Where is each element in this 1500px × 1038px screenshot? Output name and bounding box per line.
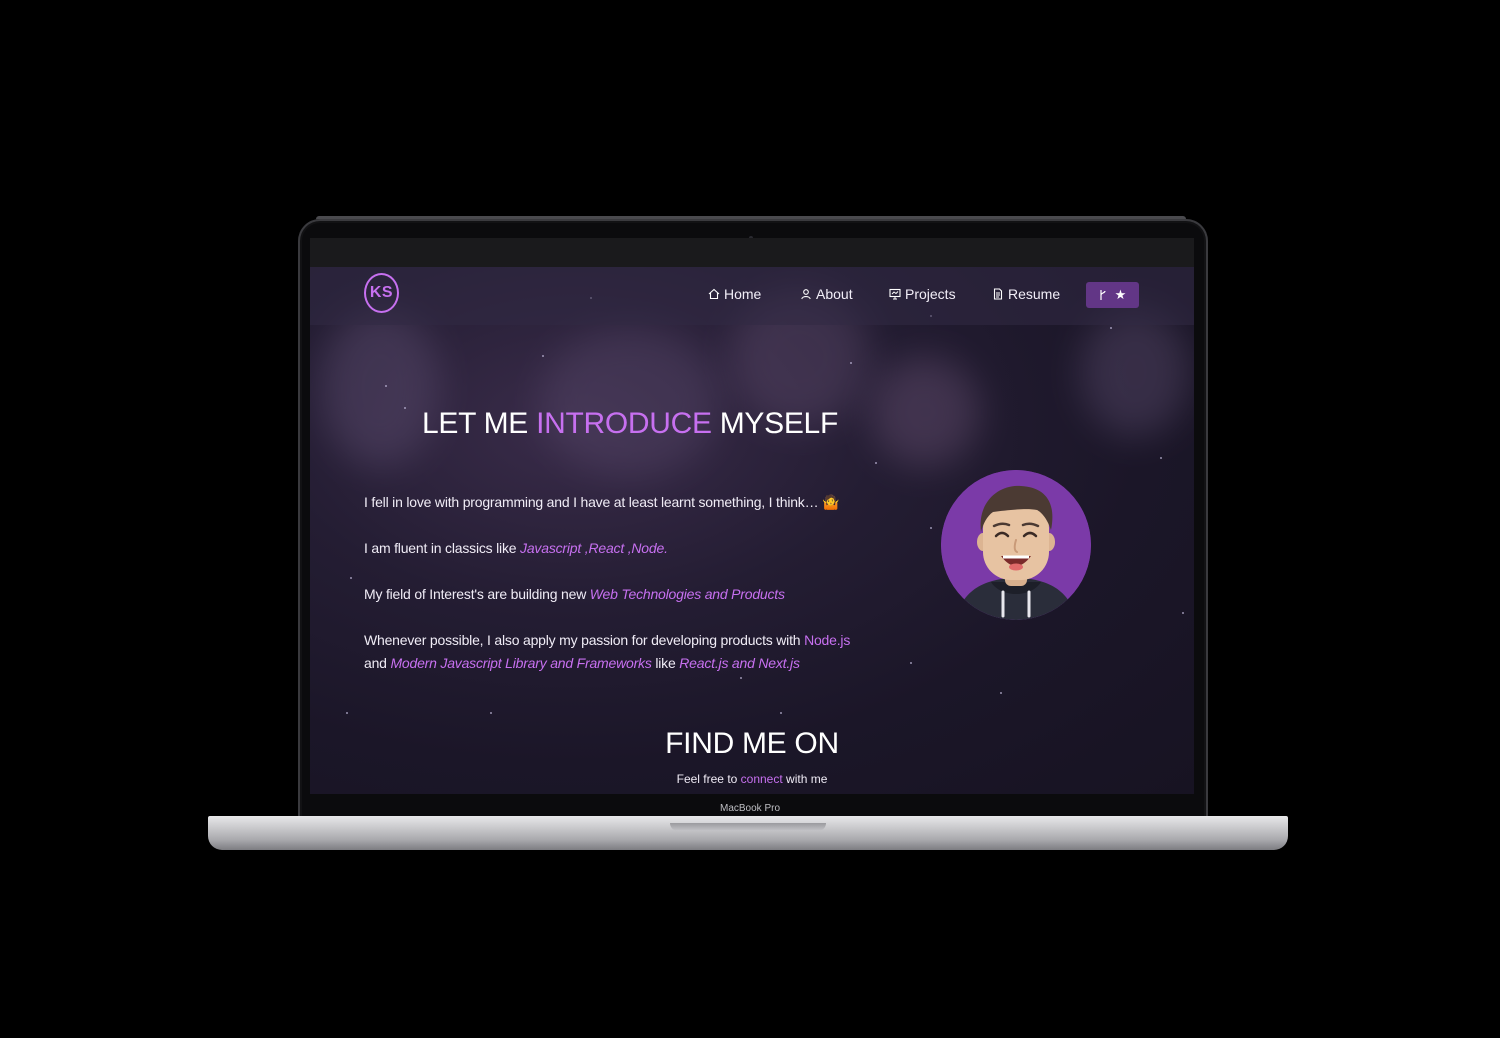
git-fork-icon: [1100, 290, 1106, 300]
p4-highlight3: React.js and Next.js: [679, 655, 800, 671]
p4-text3: like: [651, 655, 680, 671]
p4-text2: and: [364, 655, 391, 671]
star: [850, 362, 852, 364]
star-icon: ★: [1114, 287, 1127, 302]
p2-text: I am fluent in classics like: [364, 540, 521, 556]
p4-highlight2: Modern Javascript Library and Frameworks: [390, 655, 652, 671]
find-me-sub-text2: with me: [782, 772, 828, 786]
p3-text: My field of Interest's are building new: [364, 586, 590, 602]
nav-home[interactable]: Home: [708, 284, 761, 304]
intro-paragraph-4: Whenever possible, I also apply my passi…: [364, 629, 884, 675]
github-fork-button[interactable]: ★: [1086, 282, 1139, 308]
star: [1000, 692, 1002, 694]
nav-home-label: Home: [724, 286, 762, 302]
star: [350, 577, 352, 579]
intro-title: LET ME INTRODUCE MYSELF: [422, 407, 842, 447]
navbar: KS Home About Projects Resume ★: [310, 267, 1194, 325]
find-me-subtitle: Feel free to connect with me: [310, 772, 1194, 786]
intro-paragraph-2: I am fluent in classics like Javascript …: [364, 537, 884, 560]
connect-link[interactable]: connect: [741, 772, 783, 786]
star: [404, 407, 406, 409]
bg-blob: [870, 357, 980, 467]
star: [346, 712, 348, 714]
bg-blob: [1080, 307, 1190, 437]
bg-blob: [540, 327, 720, 477]
intro-title-part1: LET ME: [422, 407, 537, 440]
p2-highlight: Javascript ,React ,Node.: [520, 540, 668, 556]
find-me-sub-text1: Feel free to: [676, 772, 741, 786]
browser-top-bar: [310, 238, 1194, 267]
macbook-label: MacBook Pro: [719, 803, 781, 814]
star: [930, 527, 932, 529]
star: [490, 712, 492, 714]
site-logo[interactable]: KS: [364, 273, 399, 313]
user-icon: [801, 289, 811, 300]
home-icon: [708, 288, 720, 300]
star: [1182, 612, 1184, 614]
nav-about[interactable]: About: [800, 284, 853, 304]
star: [910, 662, 912, 664]
avatar: [941, 470, 1091, 620]
nav-projects[interactable]: Projects: [889, 284, 956, 304]
nav-projects-label: Projects: [905, 286, 956, 302]
star: [740, 677, 742, 679]
nav-resume-label: Resume: [1008, 286, 1061, 302]
star: [385, 385, 387, 387]
star: [875, 462, 877, 464]
avatar-illustration: [941, 470, 1091, 620]
laptop-base: [208, 816, 1288, 850]
laptop-screen: KS Home About Projects Resume ★ LET ME I…: [310, 238, 1194, 794]
star: [1160, 457, 1162, 459]
nav-resume[interactable]: Resume: [992, 284, 1060, 304]
presentation-icon: [889, 288, 901, 300]
p4-highlight1: Node.js: [804, 632, 851, 648]
intro-title-part2: MYSELF: [711, 407, 839, 440]
laptop-base-notch: [670, 823, 826, 831]
intro-paragraph-1: I fell in love with programming and I ha…: [364, 494, 840, 510]
intro-title-highlight: INTRODUCE: [536, 407, 712, 440]
p4-text1: Whenever possible, I also apply my passi…: [364, 632, 805, 648]
intro-paragraph-3: My field of Interest's are building new …: [364, 583, 884, 606]
p3-highlight: Web Technologies and Products: [589, 586, 785, 602]
find-me-title: FIND ME ON: [665, 727, 839, 760]
star: [780, 712, 782, 714]
star: [542, 355, 544, 357]
star: [1110, 327, 1112, 329]
document-icon: [993, 288, 1003, 300]
portfolio-site: KS Home About Projects Resume ★ LET ME I…: [310, 267, 1194, 794]
nav-about-label: About: [816, 286, 853, 302]
